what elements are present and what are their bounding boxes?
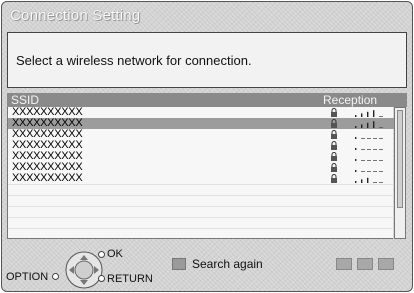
scrollbar-thumb[interactable] bbox=[397, 110, 403, 208]
signal-strength-icon bbox=[355, 121, 383, 128]
ok-label: OK bbox=[107, 248, 123, 260]
list-header: SSID Reception bbox=[7, 93, 407, 107]
color-button-1-icon[interactable] bbox=[336, 258, 352, 270]
color-button-3-icon[interactable] bbox=[378, 258, 394, 270]
page-title: Connection Setting bbox=[10, 7, 141, 24]
ok-button-icon[interactable] bbox=[98, 251, 105, 258]
signal-strength-icon bbox=[355, 159, 383, 161]
lock-icon bbox=[331, 130, 337, 139]
empty-list-row bbox=[8, 206, 394, 217]
network-row[interactable]: XXXXXXXXXX bbox=[8, 172, 394, 184]
option-button-icon[interactable] bbox=[52, 273, 59, 280]
option-label: OPTION bbox=[6, 271, 49, 283]
network-list: XXXXXXXXXX XXXXXXXXXX XXXXXXXXXX XXXXXXXXXX… bbox=[7, 106, 394, 239]
lock-icon bbox=[331, 141, 337, 150]
signal-strength-icon bbox=[355, 170, 383, 172]
signal-strength-icon bbox=[355, 177, 383, 183]
search-again-label[interactable]: Search again bbox=[192, 257, 263, 271]
lock-icon bbox=[331, 152, 337, 161]
lock-icon bbox=[331, 119, 337, 128]
message-box: Select a wireless network for connection… bbox=[7, 32, 407, 88]
color-button-2-icon[interactable] bbox=[357, 258, 373, 270]
lock-icon bbox=[331, 163, 337, 172]
signal-strength-icon bbox=[355, 110, 383, 117]
lock-icon bbox=[331, 174, 337, 183]
empty-list-row bbox=[8, 217, 394, 228]
instruction-message: Select a wireless network for connection… bbox=[16, 53, 252, 68]
lock-icon bbox=[331, 108, 337, 117]
empty-list-row bbox=[8, 184, 394, 195]
signal-strength-icon bbox=[355, 148, 383, 150]
network-ssid: XXXXXXXXXX bbox=[12, 172, 83, 184]
return-button-icon[interactable] bbox=[98, 275, 105, 282]
column-header-reception: Reception bbox=[323, 93, 378, 107]
footer-controls: OPTION OK RETURN Search again bbox=[2, 242, 412, 291]
search-again-button-icon[interactable] bbox=[172, 258, 186, 270]
connection-setting-screen: Connection Setting Select a wireless net… bbox=[1, 1, 413, 292]
empty-list-row bbox=[8, 228, 394, 239]
column-header-ssid: SSID bbox=[11, 93, 40, 107]
scrollbar[interactable] bbox=[394, 107, 406, 239]
return-label: RETURN bbox=[107, 273, 153, 285]
empty-list-row bbox=[8, 195, 394, 206]
signal-strength-icon bbox=[355, 137, 383, 139]
